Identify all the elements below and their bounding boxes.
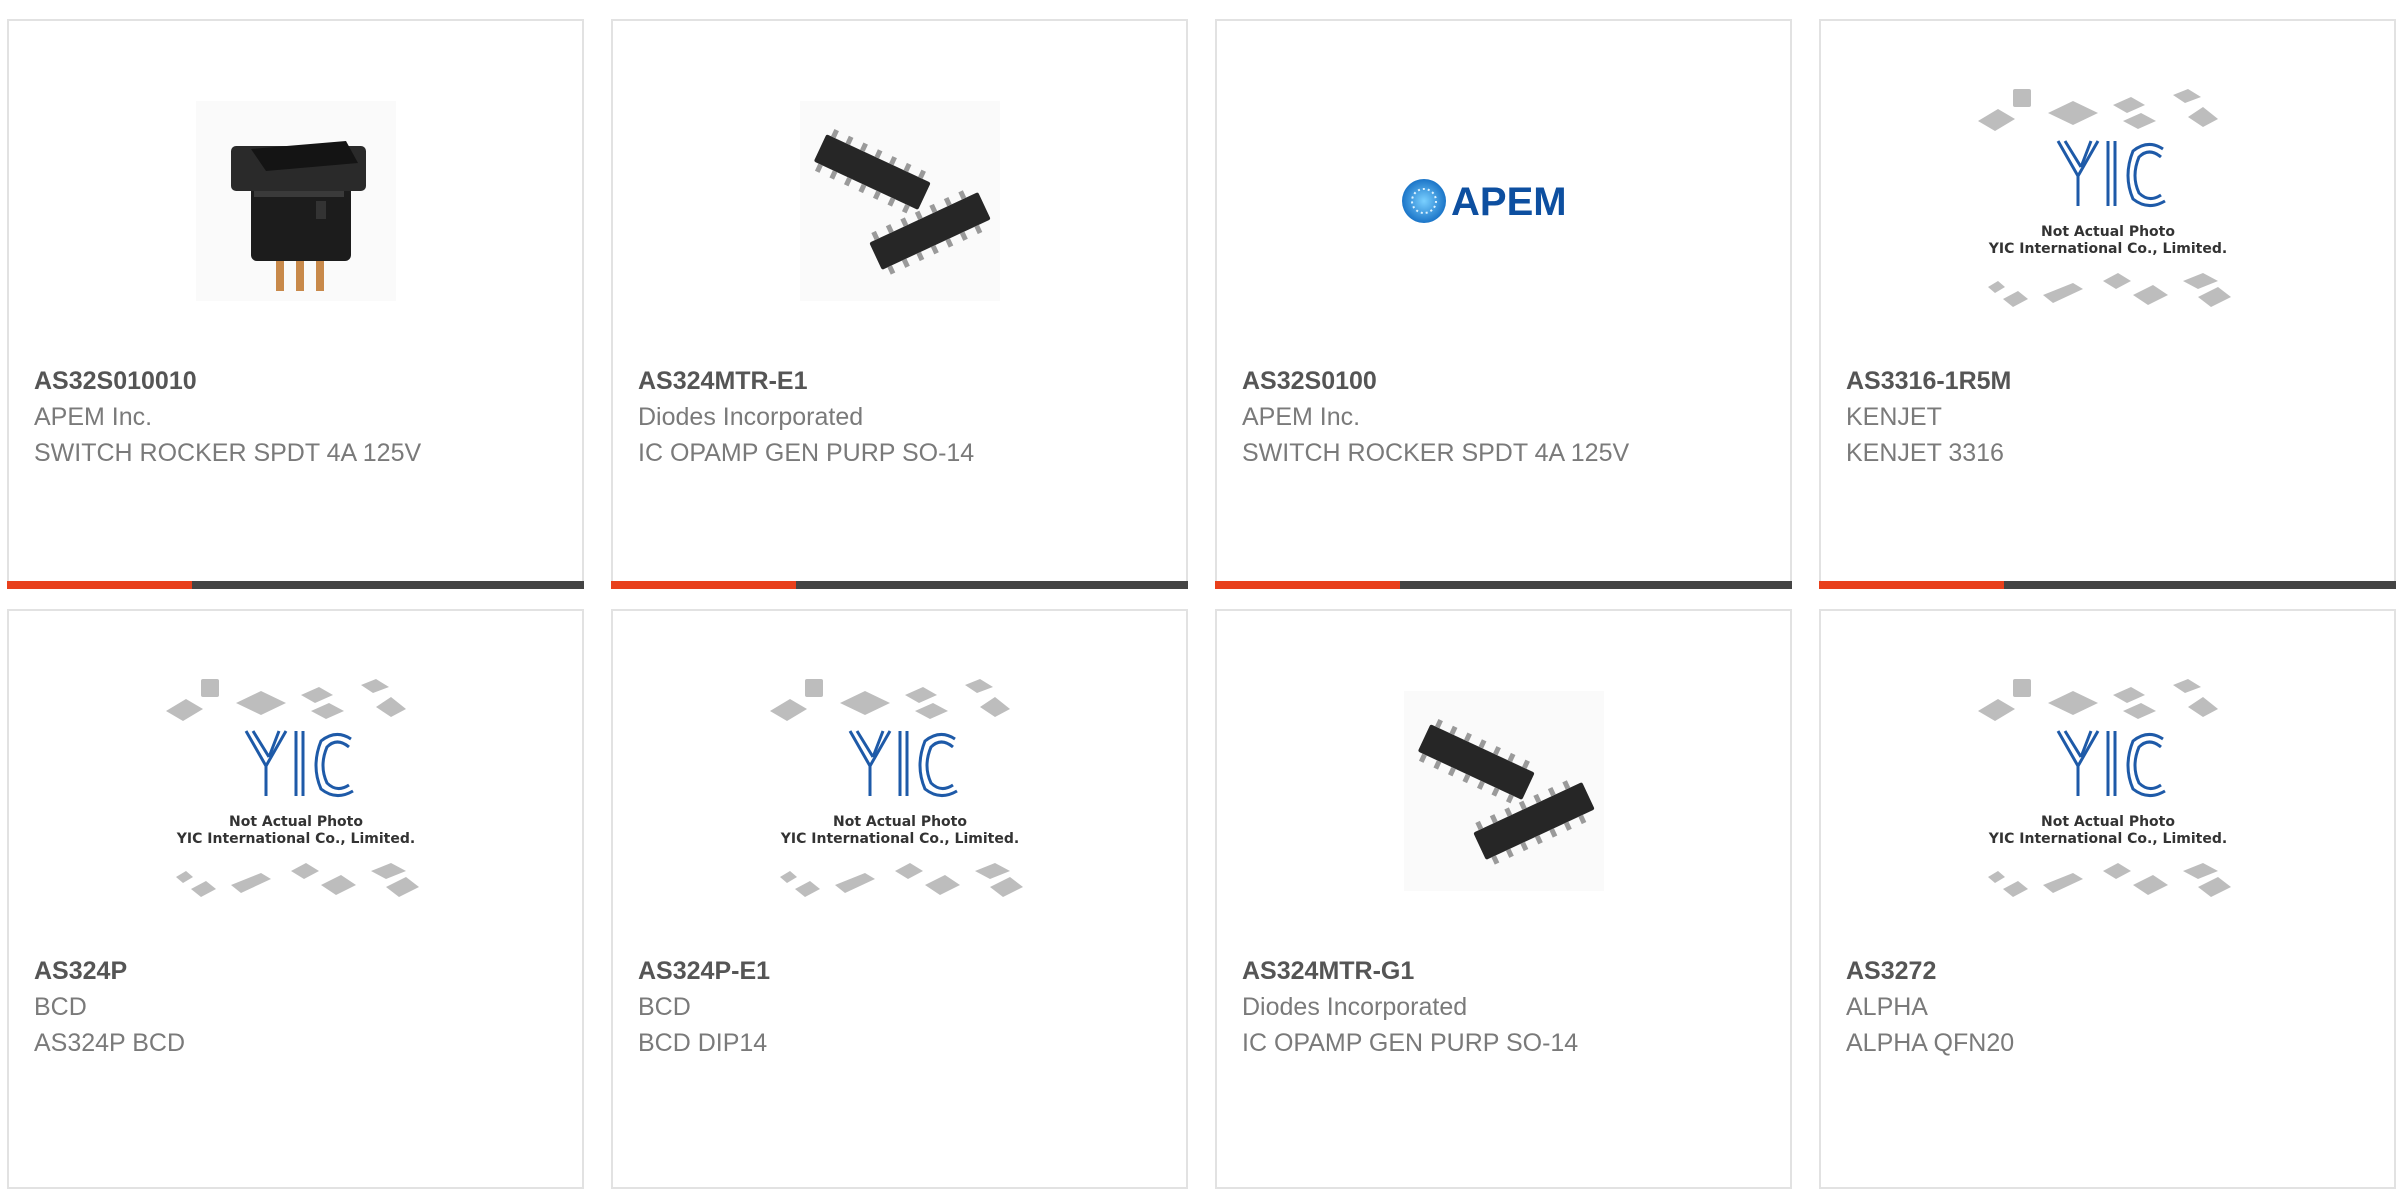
part-number[interactable]: AS32S0100: [1242, 363, 1770, 399]
part-number[interactable]: AS324MTR-G1: [1242, 953, 1770, 989]
product-image[interactable]: Not Actual Photo YIC International Co., …: [613, 666, 1186, 916]
not-actual-photo-placeholder: Not Actual Photo YIC International Co., …: [165, 679, 419, 897]
product-card[interactable]: AS324MTR-E1 Diodes Incorporated IC OPAMP…: [611, 19, 1188, 589]
soic-chip-image: [1403, 691, 1604, 891]
product-image[interactable]: [613, 76, 1186, 326]
card-accent-bar: [611, 581, 1188, 589]
svg-text:YIC International Co., Limited: YIC International Co., Limited.: [1987, 241, 2226, 257]
product-image[interactable]: APEM: [1217, 76, 1790, 326]
product-card[interactable]: APEM AS32S0100 APEM Inc. SWITCH ROCKER S…: [1215, 19, 1792, 589]
card-accent-bar: [1215, 581, 1792, 589]
svg-text:YIC International Co., Limited: YIC International Co., Limited.: [779, 831, 1018, 847]
description: SWITCH ROCKER SPDT 4A 125V: [1242, 439, 1630, 467]
svg-text:Not Actual Photo: Not Actual Photo: [2041, 814, 2175, 830]
not-actual-photo-placeholder: Not Actual Photo YIC International Co., …: [769, 679, 1023, 897]
part-number[interactable]: AS324MTR-E1: [638, 363, 1166, 399]
soic-chip-image: [799, 101, 1000, 301]
product-card[interactable]: Not Actual Photo YIC International Co., …: [7, 609, 584, 1189]
part-number[interactable]: AS3272: [1846, 953, 2374, 989]
description: IC OPAMP GEN PURP SO-14: [638, 439, 975, 467]
manufacturer: ALPHA: [1846, 993, 1928, 1021]
manufacturer: BCD: [638, 993, 691, 1021]
apem-logo: APEM: [1401, 179, 1567, 224]
not-actual-photo-placeholder: Not Actual Photo YIC International Co., …: [1977, 89, 2231, 307]
product-grid: AS32S010010 APEM Inc. SWITCH ROCKER SPDT…: [0, 0, 2400, 1189]
product-image[interactable]: Not Actual Photo YIC International Co., …: [1821, 76, 2394, 326]
svg-text:Not Actual Photo: Not Actual Photo: [2041, 224, 2175, 240]
part-number[interactable]: AS324P-E1: [638, 953, 1166, 989]
card-accent-bar: [1819, 581, 2396, 589]
svg-text:YIC International Co., Limited: YIC International Co., Limited.: [1987, 831, 2226, 847]
svg-text:APEM: APEM: [1451, 180, 1567, 224]
product-image[interactable]: [1217, 666, 1790, 916]
product-image[interactable]: [9, 76, 582, 326]
description: IC OPAMP GEN PURP SO-14: [1242, 1029, 1579, 1057]
description: AS324P BCD: [34, 1029, 186, 1057]
description: BCD DIP14: [638, 1029, 768, 1057]
product-card[interactable]: AS32S010010 APEM Inc. SWITCH ROCKER SPDT…: [7, 19, 584, 589]
svg-text:YIC International Co., Limited: YIC International Co., Limited.: [175, 831, 414, 847]
not-actual-photo-placeholder: Not Actual Photo YIC International Co., …: [1977, 679, 2231, 897]
product-card[interactable]: Not Actual Photo YIC International Co., …: [611, 609, 1188, 1189]
rocker-switch-image: [195, 101, 396, 301]
manufacturer: BCD: [34, 993, 87, 1021]
manufacturer: APEM Inc.: [34, 403, 153, 431]
product-card[interactable]: Not Actual Photo YIC International Co., …: [1819, 609, 2396, 1189]
description: ALPHA QFN20: [1846, 1029, 2015, 1057]
manufacturer: Diodes Incorporated: [638, 403, 864, 431]
product-image[interactable]: Not Actual Photo YIC International Co., …: [9, 666, 582, 916]
description: KENJET 3316: [1846, 439, 2004, 467]
part-number[interactable]: AS3316-1R5M: [1846, 363, 2374, 399]
manufacturer: KENJET: [1846, 403, 1942, 431]
svg-text:Not Actual Photo: Not Actual Photo: [833, 814, 967, 830]
product-image[interactable]: Not Actual Photo YIC International Co., …: [1821, 666, 2394, 916]
svg-text:Not Actual Photo: Not Actual Photo: [229, 814, 363, 830]
part-number[interactable]: AS32S010010: [34, 363, 562, 399]
card-accent-bar: [7, 581, 584, 589]
manufacturer: Diodes Incorporated: [1242, 993, 1468, 1021]
description: SWITCH ROCKER SPDT 4A 125V: [34, 439, 422, 467]
product-card[interactable]: Not Actual Photo YIC International Co., …: [1819, 19, 2396, 589]
manufacturer: APEM Inc.: [1242, 403, 1361, 431]
part-number[interactable]: AS324P: [34, 953, 562, 989]
product-card[interactable]: AS324MTR-G1 Diodes Incorporated IC OPAMP…: [1215, 609, 1792, 1189]
